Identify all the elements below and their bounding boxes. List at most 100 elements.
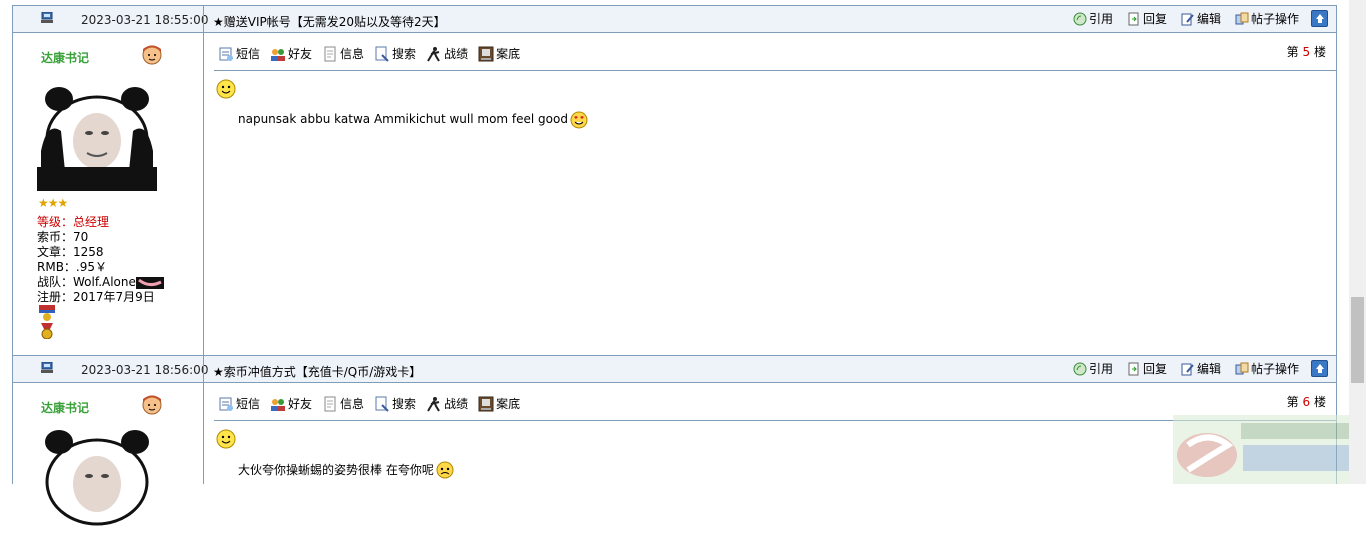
- post-actions: 引用 回复 编辑 帖子操作: [1059, 10, 1328, 27]
- quote-label: 引用: [1088, 362, 1113, 376]
- user-coins: 索币：70: [37, 230, 89, 244]
- rank-stars: ★★★: [38, 196, 68, 210]
- edit-icon: [1181, 363, 1194, 375]
- friends-icon: [271, 398, 286, 411]
- computer-icon: [41, 12, 53, 23]
- record-button[interactable]: 战绩: [426, 395, 468, 412]
- archive-label: 案底: [496, 397, 521, 411]
- reply-label: 回复: [1142, 12, 1167, 26]
- scrollbar-thumb[interactable]: [1351, 297, 1364, 383]
- post-content: 大伙夸你操蜥蜴的姿势很棒 在夸你呢: [238, 459, 455, 479]
- quote-button[interactable]: 引用: [1073, 10, 1113, 27]
- search-doc-icon: [375, 396, 389, 412]
- soldier-icon: [427, 46, 440, 62]
- manage-icon: [1235, 362, 1249, 374]
- user-registered: 注册：2017年7月9日: [37, 290, 155, 304]
- post-main: 短信 好友 信息 搜索 战绩 案底 第 5 楼 napunsak abbu ka…: [204, 33, 1336, 355]
- post-title-link[interactable]: ★赠送VIP帐号【无需发20贴以及等待2天】: [213, 13, 446, 30]
- post-title-link[interactable]: ★索币冲值方式【充值卡/Q币/游戏卡】: [213, 363, 421, 380]
- search-button[interactable]: 搜索: [374, 395, 416, 412]
- user-avatar: [37, 81, 157, 191]
- post-main: 短信 好友 信息 搜索 战绩 案底 第 6 楼 大伙夸你操蜥蜴的姿势很棒 在夸你…: [204, 383, 1336, 484]
- user-face-icon: [142, 45, 162, 65]
- post-manage-button[interactable]: 帖子操作: [1235, 10, 1299, 27]
- friend-button[interactable]: 好友: [270, 45, 312, 62]
- post-time: 2023-03-21 18:56:00: [81, 363, 209, 377]
- quote-icon: [1073, 12, 1087, 25]
- friend-label: 好友: [288, 397, 313, 411]
- pm-button[interactable]: 短信: [218, 45, 260, 62]
- post-body: 达康书记 短信 好友 信息 搜索 战绩 案底 第 6 楼 大伙夸你操蜥蜴的姿势很…: [12, 383, 1337, 534]
- record-label: 战绩: [444, 47, 469, 61]
- manage-label: 帖子操作: [1250, 12, 1299, 26]
- archive-button[interactable]: 案底: [478, 45, 520, 62]
- reply-icon: [1128, 12, 1139, 25]
- post-time: 2023-03-21 18:55:00: [81, 13, 209, 27]
- search-label: 搜索: [392, 47, 417, 61]
- quote-button[interactable]: 引用: [1073, 360, 1113, 377]
- post-content: napunsak abbu katwa Ammikichut wull mom …: [238, 109, 589, 129]
- info-button[interactable]: 信息: [322, 395, 364, 412]
- quote-label: 引用: [1088, 12, 1113, 26]
- post-header: 2023-03-21 18:55:00 ★赠送VIP帐号【无需发20贴以及等待2…: [12, 5, 1337, 34]
- worried-emoji-icon: [436, 461, 454, 479]
- manage-icon: [1235, 12, 1249, 24]
- user-rmb: RMB：.95￥: [37, 260, 108, 274]
- info-button[interactable]: 信息: [322, 45, 364, 62]
- medal-icon: [39, 305, 55, 321]
- soldier-icon: [427, 396, 440, 412]
- medal-icon: [41, 323, 53, 339]
- smiley-icon: [216, 429, 236, 449]
- reply-icon: [1128, 362, 1139, 375]
- edit-button[interactable]: 编辑: [1181, 10, 1221, 27]
- quote-icon: [1073, 362, 1087, 375]
- reply-label: 回复: [1142, 362, 1167, 376]
- pm-button[interactable]: 短信: [218, 395, 260, 412]
- friends-icon: [271, 48, 286, 61]
- computer-icon: [41, 362, 53, 373]
- friend-button[interactable]: 好友: [270, 395, 312, 412]
- user-avatar: [37, 424, 157, 534]
- user-toolbar: 短信 好友 信息 搜索 战绩 案底: [218, 395, 530, 412]
- user-sidebar: 达康书记: [13, 383, 204, 534]
- username-link[interactable]: 达康书记: [41, 49, 89, 66]
- back-to-top-button[interactable]: [1311, 360, 1328, 377]
- archive-icon: [478, 396, 494, 411]
- user-info: 等级：总经理 索币：70 文章：1258 RMB：.95￥ 战队：Wolf.Al…: [37, 215, 164, 305]
- username-link[interactable]: 达康书记: [41, 399, 89, 416]
- post-body: 达康书记 ★★★ 等级：总经理 索币：70 文章：1258 RMB：.95￥ 战…: [12, 33, 1337, 355]
- floor-number: 第 6 楼: [1286, 395, 1326, 409]
- message-icon: [219, 47, 233, 61]
- post-actions: 引用 回复 编辑 帖子操作: [1059, 360, 1328, 377]
- friend-label: 好友: [288, 47, 313, 61]
- floor-number: 第 5 楼: [1286, 45, 1326, 59]
- search-doc-icon: [375, 46, 389, 62]
- archive-label: 案底: [496, 47, 521, 61]
- back-to-top-button[interactable]: [1311, 10, 1328, 27]
- edit-button[interactable]: 编辑: [1181, 360, 1221, 377]
- reply-button[interactable]: 回复: [1127, 360, 1167, 377]
- profile-doc-icon: [324, 396, 336, 411]
- edit-icon: [1181, 13, 1194, 25]
- edit-label: 编辑: [1196, 12, 1221, 26]
- user-face-icon: [142, 395, 162, 415]
- profile-doc-icon: [324, 46, 336, 61]
- site-logo-watermark: [1173, 415, 1366, 484]
- team-badge-icon: [135, 276, 164, 289]
- page-scrollbar[interactable]: [1349, 0, 1366, 484]
- post-manage-button[interactable]: 帖子操作: [1235, 360, 1299, 377]
- pm-label: 短信: [236, 47, 261, 61]
- reply-button[interactable]: 回复: [1127, 10, 1167, 27]
- smiley-icon: [216, 79, 236, 99]
- archive-button[interactable]: 案底: [478, 395, 520, 412]
- user-toolbar: 短信 好友 信息 搜索 战绩 案底: [218, 45, 530, 62]
- info-label: 信息: [340, 47, 365, 61]
- pm-label: 短信: [236, 397, 261, 411]
- search-button[interactable]: 搜索: [374, 45, 416, 62]
- heart-eyes-emoji-icon: [570, 111, 588, 129]
- user-team[interactable]: 战队：Wolf.Alone: [37, 275, 136, 290]
- info-label: 信息: [340, 397, 365, 411]
- user-level: 等级：总经理: [37, 215, 110, 229]
- record-button[interactable]: 战绩: [426, 45, 468, 62]
- message-icon: [219, 397, 233, 411]
